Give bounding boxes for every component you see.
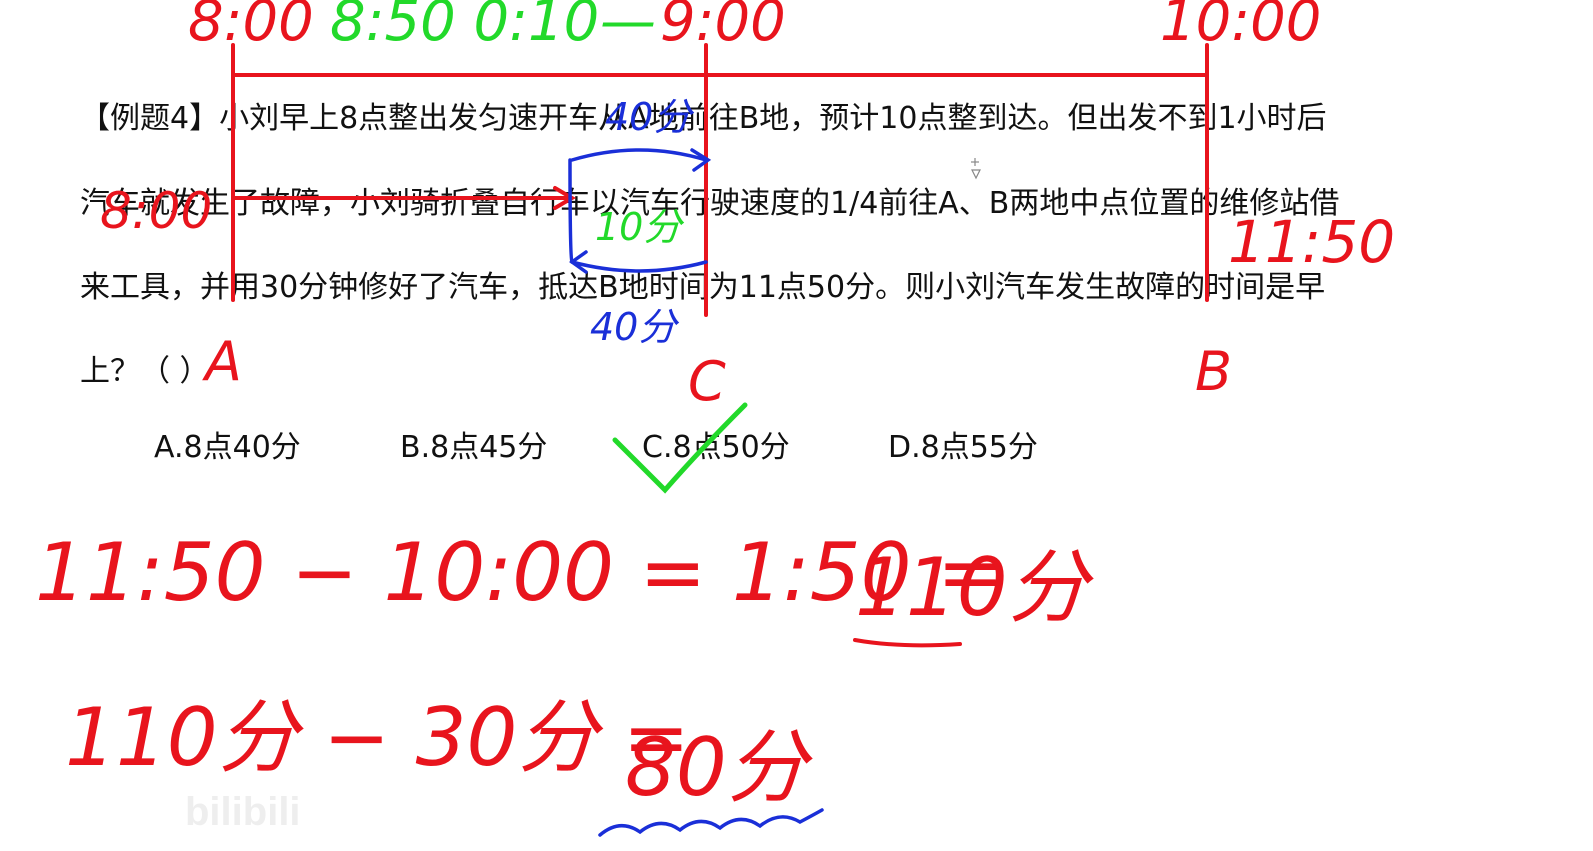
label-point-b: B <box>1195 340 1232 403</box>
timeline-lines <box>231 43 1209 317</box>
label-time-mid: 9:00 <box>660 0 786 54</box>
label-time-fault: 8:50 0:10 <box>330 0 599 54</box>
label-seg-top: 40分 <box>605 95 694 139</box>
label-time-start: 8:00 <box>188 0 314 54</box>
label-point-c: C <box>688 350 726 413</box>
calc-line-2-result: 80分 <box>625 721 813 814</box>
label-time-start-2: 8:00 <box>100 182 212 240</box>
calc1-underline <box>853 638 962 648</box>
check-mark-icon <box>612 402 748 494</box>
segment-bottom-arrow <box>570 260 708 273</box>
label-time-end: 10:00 <box>1160 0 1321 54</box>
calc-line-2-left: 110分 − 30分 = <box>65 691 690 784</box>
segment-top-arrow <box>570 148 708 162</box>
label-time-arrive: 11:50 <box>1228 208 1395 276</box>
segment-box-left <box>568 158 574 264</box>
label-point-a: A <box>202 330 242 393</box>
label-seg-bottom: 40分 <box>590 305 679 349</box>
svg-text:—: — <box>600 0 656 54</box>
label-seg-mid: 10分 <box>595 205 684 249</box>
handwriting-overlay: 8:00 8:50 0:10 — 9:00 10:00 8:00 11:50 4… <box>35 0 1395 837</box>
pen-cursor-icon <box>971 158 981 180</box>
calc-line-1-result: 110分 <box>855 541 1094 634</box>
